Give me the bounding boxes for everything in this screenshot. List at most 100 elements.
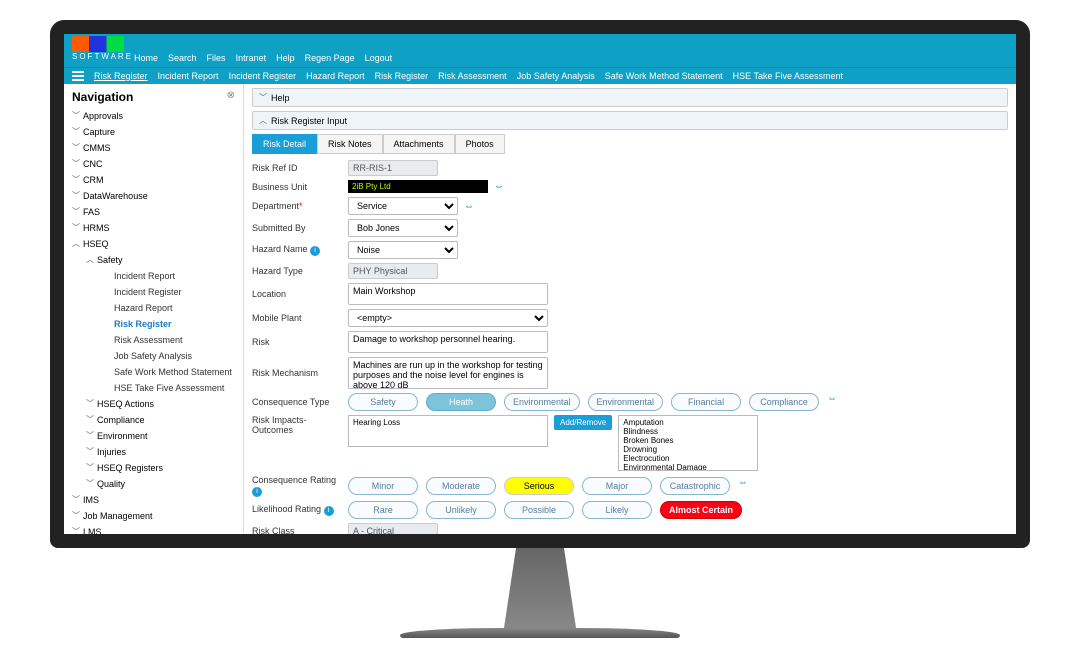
label-ref: Risk Ref ID — [252, 163, 342, 173]
nav-hseq[interactable]: ︿HSEQ — [72, 236, 235, 252]
label-location: Location — [252, 289, 342, 299]
pill-moderate[interactable]: Moderate — [426, 477, 496, 495]
info-icon[interactable]: i — [310, 246, 320, 256]
pill-minor[interactable]: Minor — [348, 477, 418, 495]
info-icon[interactable]: i — [324, 506, 334, 516]
subnav-swms[interactable]: Safe Work Method Statement — [605, 71, 723, 81]
nav-risk-register[interactable]: Risk Register — [86, 316, 235, 332]
link-icon[interactable]: ⇔ — [464, 201, 474, 212]
nav-hazard-report[interactable]: Hazard Report — [86, 300, 235, 316]
menu-help[interactable]: Help — [276, 53, 295, 63]
pill-env1[interactable]: Environmental — [504, 393, 580, 411]
subnav-jsa[interactable]: Job Safety Analysis — [517, 71, 595, 81]
field-haztype: PHY Physical — [348, 263, 438, 279]
pill-major[interactable]: Major — [582, 477, 652, 495]
pill-safety[interactable]: Safety — [348, 393, 418, 411]
pill-env2[interactable]: Environmental — [588, 393, 664, 411]
label-mobile: Mobile Plant — [252, 313, 342, 323]
pill-health[interactable]: Heath — [426, 393, 496, 411]
link-icon[interactable]: ⇔ — [494, 181, 504, 192]
nav-crm[interactable]: ﹀CRM — [72, 172, 235, 188]
field-class: A - Critical — [348, 523, 438, 534]
close-icon[interactable]: ⊗ — [227, 90, 235, 101]
tab-attachments[interactable]: Attachments — [383, 134, 455, 154]
nav-incident-register[interactable]: Incident Register — [86, 284, 235, 300]
field-hazname[interactable]: Noise — [348, 241, 458, 259]
label-impacts: Risk Impacts- Outcomes — [252, 415, 342, 435]
nav-lms[interactable]: ﹀LMS — [72, 524, 235, 534]
info-icon[interactable]: i — [252, 487, 262, 497]
nav-injuries[interactable]: ﹀Injuries — [86, 444, 235, 460]
field-submitted[interactable]: Bob Jones — [348, 219, 458, 237]
nav-environment[interactable]: ﹀Environment — [86, 428, 235, 444]
label-class: Risk Class — [252, 526, 342, 534]
nav-capture[interactable]: ﹀Capture — [72, 124, 235, 140]
menu-logout[interactable]: Logout — [365, 53, 393, 63]
top-menu: Home Search Files Intranet Help Regen Pa… — [64, 51, 1016, 67]
label-risk: Risk — [252, 337, 342, 347]
pill-likely[interactable]: Likely — [582, 501, 652, 519]
nav-cmms[interactable]: ﹀CMMS — [72, 140, 235, 156]
pill-financial[interactable]: Financial — [671, 393, 741, 411]
nav-job-mgmt[interactable]: ﹀Job Management — [72, 508, 235, 524]
field-location[interactable]: Main Workshop — [348, 283, 548, 305]
subnav-risk-register[interactable]: Risk Register — [94, 71, 148, 81]
subnav-incident-register[interactable]: Incident Register — [229, 71, 297, 81]
link-icon[interactable]: ⇔ — [738, 477, 748, 495]
pill-almost-certain[interactable]: Almost Certain — [660, 501, 742, 519]
field-bu[interactable]: 2iB Pty Ltd — [348, 180, 488, 193]
menu-regen[interactable]: Regen Page — [305, 53, 355, 63]
nav-safety[interactable]: ︿Safety — [86, 252, 235, 268]
nav-hseq-registers[interactable]: ﹀HSEQ Registers — [86, 460, 235, 476]
label-submitted: Submitted By — [252, 223, 342, 233]
nav-jsa[interactable]: Job Safety Analysis — [86, 348, 235, 364]
hamburger-icon[interactable] — [72, 71, 84, 81]
subnav-risk-assessment[interactable]: Risk Assessment — [438, 71, 507, 81]
main-content: ﹀Help ︿Risk Register Input Risk Detail R… — [244, 84, 1016, 534]
field-mech[interactable]: Machines are run up in the workshop for … — [348, 357, 548, 389]
subnav-take-five[interactable]: HSE Take Five Assessment — [733, 71, 843, 81]
nav-incident-report[interactable]: Incident Report — [86, 268, 235, 284]
nav-fas[interactable]: ﹀FAS — [72, 204, 235, 220]
nav-hrms[interactable]: ﹀HRMS — [72, 220, 235, 236]
pill-compliance[interactable]: Compliance — [749, 393, 819, 411]
pill-serious[interactable]: Serious — [504, 477, 574, 495]
nav-cnc[interactable]: ﹀CNC — [72, 156, 235, 172]
field-mobile[interactable]: <empty> — [348, 309, 548, 327]
menu-home[interactable]: Home — [134, 53, 158, 63]
pill-rare[interactable]: Rare — [348, 501, 418, 519]
field-ref: RR-RIS-1 — [348, 160, 438, 176]
field-risk[interactable]: Damage to workshop personnel hearing. — [348, 331, 548, 353]
subnav-incident-report[interactable]: Incident Report — [158, 71, 219, 81]
subnav-hazard-report[interactable]: Hazard Report — [306, 71, 365, 81]
pill-catastrophic[interactable]: Catastrophic — [660, 477, 730, 495]
tab-risk-notes[interactable]: Risk Notes — [317, 134, 383, 154]
link-icon[interactable]: ⇔ — [827, 393, 837, 411]
nav-ims[interactable]: ﹀IMS — [72, 492, 235, 508]
pill-possible[interactable]: Possible — [504, 501, 574, 519]
tab-risk-detail[interactable]: Risk Detail — [252, 134, 317, 154]
panel-help[interactable]: ﹀Help — [253, 89, 1007, 106]
field-dept[interactable]: Service — [348, 197, 458, 215]
subnav-risk-register-2[interactable]: Risk Register — [375, 71, 429, 81]
app-header: SOFTWARE Home Search Files Intranet Help… — [64, 34, 1016, 67]
nav-risk-assessment[interactable]: Risk Assessment — [86, 332, 235, 348]
nav-quality[interactable]: ﹀Quality — [86, 476, 235, 492]
tab-photos[interactable]: Photos — [455, 134, 505, 154]
nav-hseq-actions[interactable]: ﹀HSEQ Actions — [86, 396, 235, 412]
menu-search[interactable]: Search — [168, 53, 197, 63]
add-remove-button[interactable]: Add/Remove — [554, 415, 612, 430]
monitor-frame: SOFTWARE Home Search Files Intranet Help… — [50, 20, 1030, 548]
field-impacts-selected[interactable]: Hearing Loss — [348, 415, 548, 447]
nav-datawarehouse[interactable]: ﹀DataWarehouse — [72, 188, 235, 204]
panel-risk-input[interactable]: ︿Risk Register Input — [253, 112, 1007, 129]
pill-unlikely[interactable]: Unlikely — [426, 501, 496, 519]
nav-swms[interactable]: Safe Work Method Statement — [86, 364, 235, 380]
nav-take-five[interactable]: HSE Take Five Assessment — [86, 380, 235, 396]
impacts-list[interactable]: Amputation Blindness Broken Bones Drowni… — [618, 415, 758, 471]
nav-approvals[interactable]: ﹀Approvals — [72, 108, 235, 124]
label-conseq-type: Consequence Type — [252, 397, 342, 407]
nav-compliance[interactable]: ﹀Compliance — [86, 412, 235, 428]
menu-files[interactable]: Files — [207, 53, 226, 63]
menu-intranet[interactable]: Intranet — [236, 53, 267, 63]
